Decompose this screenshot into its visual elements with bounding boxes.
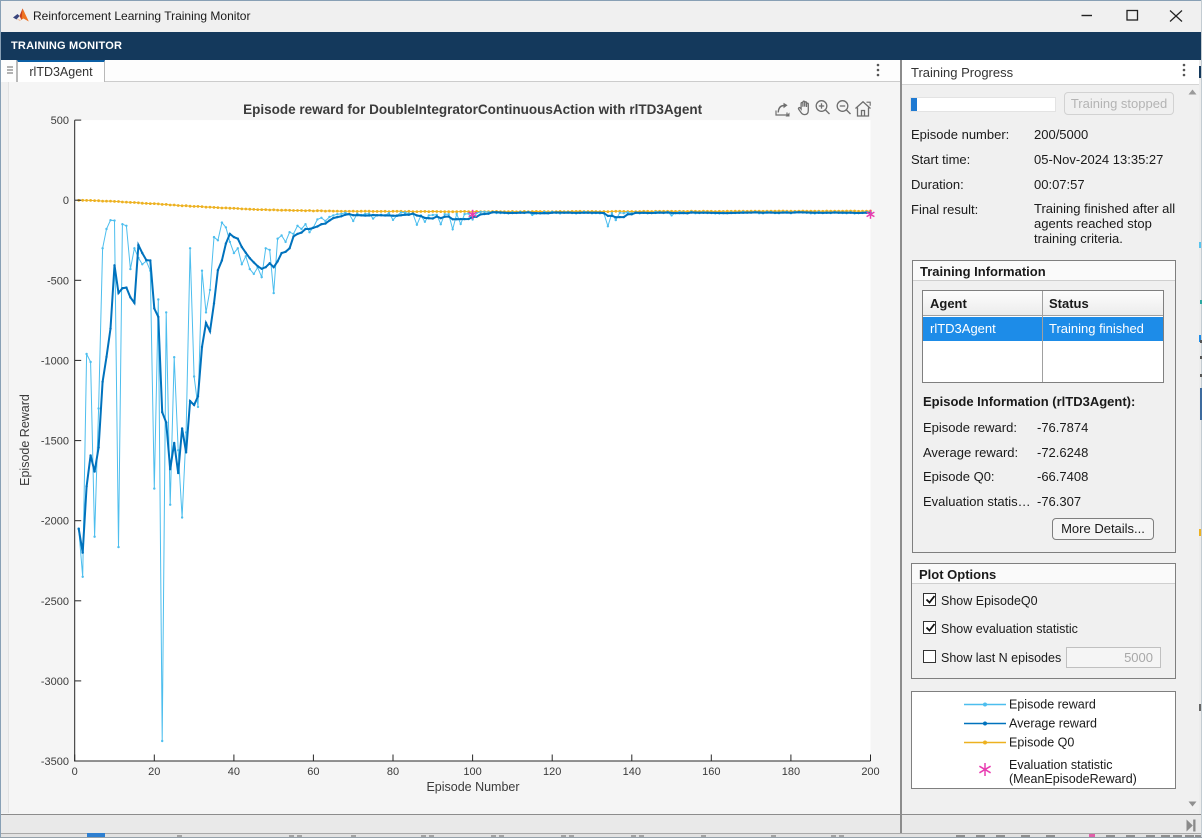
svg-text:Episode reward for DoubleInteg: Episode reward for DoubleIntegratorConti… (243, 102, 703, 117)
svg-text:-3500: -3500 (41, 756, 69, 768)
svg-text:500: 500 (51, 115, 69, 127)
svg-text:-2000: -2000 (41, 516, 69, 528)
svg-text:-2500: -2500 (41, 596, 69, 608)
svg-text:60: 60 (307, 766, 319, 778)
svg-text:140: 140 (623, 766, 641, 778)
svg-text:Episode reward: Episode reward (1009, 698, 1096, 712)
svg-text:-3000: -3000 (41, 676, 69, 688)
svg-text:200: 200 (861, 766, 879, 778)
svg-text:Average reward: Average reward (1009, 717, 1097, 731)
svg-text:180: 180 (782, 766, 800, 778)
svg-text:20: 20 (148, 766, 160, 778)
svg-text:-500: -500 (47, 275, 69, 287)
svg-text:80: 80 (387, 766, 399, 778)
svg-text:120: 120 (543, 766, 561, 778)
svg-text:(MeanEpisodeReward): (MeanEpisodeReward) (1009, 772, 1137, 786)
svg-text:160: 160 (702, 766, 720, 778)
svg-text:Evaluation statistic: Evaluation statistic (1009, 758, 1113, 772)
svg-text:40: 40 (228, 766, 240, 778)
svg-text:-1000: -1000 (41, 355, 69, 367)
svg-text:0: 0 (63, 195, 69, 207)
svg-text:Episode Q0: Episode Q0 (1009, 736, 1074, 750)
svg-text:100: 100 (463, 766, 481, 778)
svg-text:Episode Reward: Episode Reward (18, 394, 32, 486)
svg-text:0: 0 (72, 766, 78, 778)
svg-text:-1500: -1500 (41, 436, 69, 448)
svg-text:Episode Number: Episode Number (426, 780, 519, 794)
